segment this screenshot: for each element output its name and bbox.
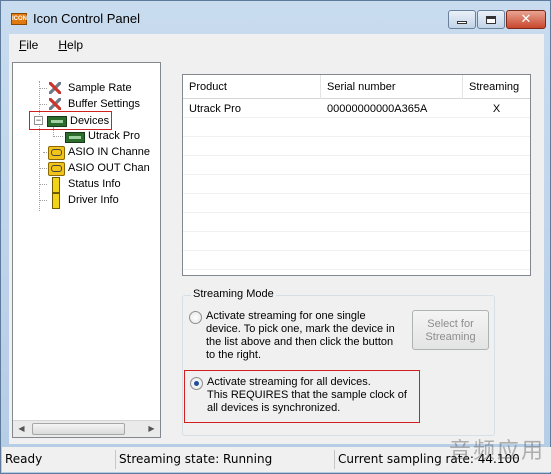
card-icon [65,131,85,143]
streaming-mode-group: Streaming Mode Activate streaming for on… [182,288,495,436]
status-streaming-state: Streaming state: Running [115,450,333,469]
tree-item-label: ASIO IN Channe [68,146,150,158]
radio-all-line: Activate streaming for all devices. [207,376,371,388]
table-row-empty [183,138,530,156]
table-row-empty [183,176,530,194]
tree-line [39,184,47,185]
tree-item-label: Sample Rate [68,82,132,94]
tree-item-buffer-settings[interactable]: Buffer Settings [47,96,140,112]
cell-streaming: X [492,103,501,115]
streaming-mode-title: Streaming Mode [191,288,276,300]
maximize-icon [486,15,496,24]
cell-product: Utrack Pro [189,103,241,115]
client-area: Sample Rate Buffer Settings − Devices Ut… [9,56,544,444]
maximize-button[interactable] [477,10,505,29]
radio-stream-all[interactable]: Activate streaming for all devices. This… [184,370,420,423]
tree-item-label: Buffer Settings [68,98,140,110]
menu-file-label: ile [26,38,39,52]
radio-all-circle[interactable] [190,377,203,390]
tree-item-sample-rate[interactable]: Sample Rate [47,80,132,96]
table-row-empty [183,119,530,137]
menu-help[interactable]: Help [48,38,93,52]
close-icon: ✕ [520,12,532,27]
table-row-empty [183,195,530,213]
tree-line [53,136,63,137]
tree-item-label: Driver Info [68,194,119,206]
radio-single-circle[interactable] [189,311,202,324]
watermark-text: 音频应用 [448,439,545,464]
tree-item-label: Status Info [68,178,121,190]
device-list[interactable]: Product Serial number Streaming Utrack P… [182,74,531,276]
radio-all-label: Activate streaming for all devices. This… [207,376,407,422]
column-streaming[interactable]: Streaming [463,75,530,99]
radio-single-line: to the right. [206,349,262,361]
radio-all-line: This REQUIRES that the sample clock of [207,389,407,401]
info-icon [47,193,65,209]
radio-single-line: Activate streaming for one single [206,310,366,322]
radio-single-line: the list above and then click the button [206,336,394,348]
select-button-line: Streaming [425,331,476,343]
tree-line [39,168,47,169]
tree-item-label: Utrack Pro [88,130,140,142]
tools-icon [47,97,65,111]
menu-file[interactable]: File [9,38,48,52]
radio-stream-single[interactable]: Activate streaming for one single device… [189,310,404,362]
settings-tree[interactable]: Sample Rate Buffer Settings − Devices Ut… [12,62,161,438]
menu-help-label: elp [67,38,84,52]
menu-help-accel: H [58,38,68,52]
select-for-streaming-button[interactable]: Select for Streaming [412,310,489,350]
close-button[interactable]: ✕ [506,10,546,29]
menu-bar: File Help [9,34,544,56]
tree-item-label: ASIO OUT Chan [68,162,150,174]
tree-line [39,88,47,89]
scroll-right-icon[interactable]: ▶ [143,421,160,437]
table-row[interactable]: Utrack Pro 00000000000A365A X [183,100,530,118]
info-icon [47,177,65,193]
radio-single-line: device. To pick one, mark the device in [206,323,395,335]
card-icon [47,116,67,127]
minimize-icon [457,21,467,24]
tree-line [39,200,47,201]
tree-item-asio-in[interactable]: ASIO IN Channe [47,144,150,160]
main-window: ICON Icon Control Panel ✕ File Help Samp… [0,0,551,474]
table-row-empty [183,252,530,270]
title-bar[interactable]: ICON Icon Control Panel ✕ [1,1,550,34]
radio-single-label: Activate streaming for one single device… [206,310,395,362]
tree-item-asio-out[interactable]: ASIO OUT Chan [47,160,150,176]
status-bar: Ready Streaming state: Running Current s… [2,439,551,472]
scrollbar-thumb[interactable] [32,423,125,435]
radio-all-line: all devices is synchronized. [207,402,341,414]
app-icon: ICON [11,13,27,25]
column-product[interactable]: Product [183,75,321,99]
tree-line [39,104,47,105]
tools-icon [47,81,65,95]
tree-line [39,81,40,211]
tree-item-utrack-pro[interactable]: Utrack Pro [65,128,140,144]
select-button-line: Select for [427,318,474,330]
minimize-button[interactable] [448,10,476,29]
tree-item-label: Devices [70,114,110,127]
table-row-empty [183,214,530,232]
scroll-left-icon[interactable]: ◀ [13,421,30,437]
asio-icon [47,161,65,176]
status-ready: Ready [5,452,43,466]
device-list-header: Product Serial number Streaming [183,75,530,99]
tree-item-driver-info[interactable]: Driver Info [47,192,119,209]
tree-horizontal-scrollbar[interactable]: ◀ ▶ [13,420,160,437]
tree-item-status-info[interactable]: Status Info [47,176,121,193]
table-row-empty [183,233,530,251]
window-title: Icon Control Panel [33,11,140,26]
cell-serial: 00000000000A365A [327,103,428,115]
table-row-empty [183,157,530,175]
asio-icon [47,145,65,160]
column-serial-number[interactable]: Serial number [321,75,463,99]
